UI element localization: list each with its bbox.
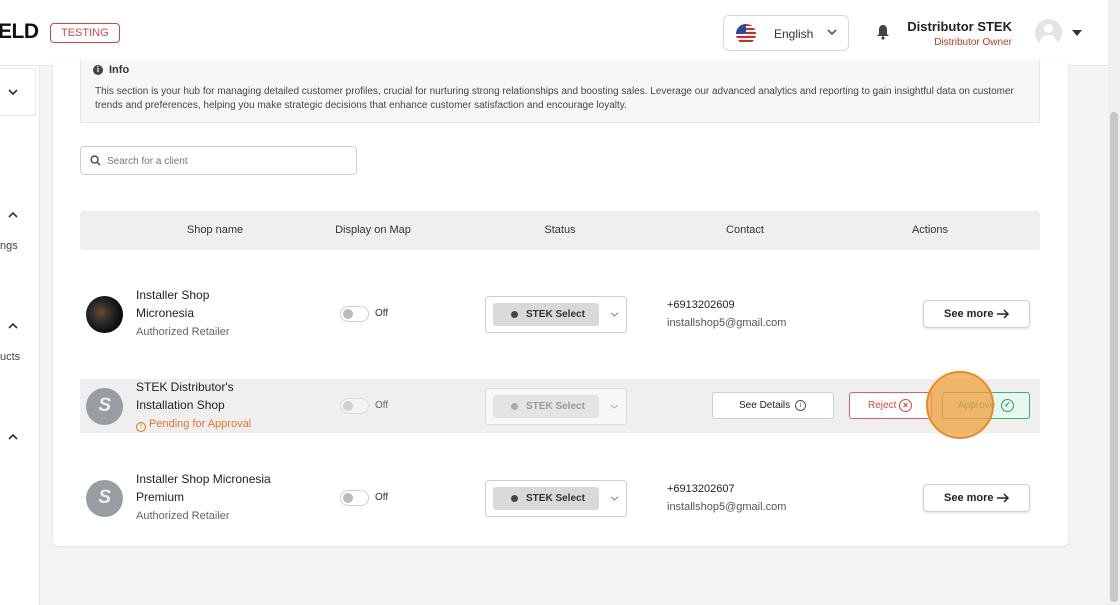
scrollbar-thumb[interactable] bbox=[1110, 112, 1118, 602]
sidebar-item-label[interactable]: ucts bbox=[0, 351, 20, 363]
pending-approval-status: ! Pending for Approval bbox=[136, 418, 251, 432]
chevron-down-icon bbox=[8, 89, 18, 96]
info-icon: i bbox=[93, 65, 103, 75]
shop-name[interactable]: Installer Shop Micronesia bbox=[136, 287, 266, 322]
status-label: STEK Select bbox=[526, 401, 585, 412]
close-circle-icon: × bbox=[899, 399, 912, 412]
search-icon bbox=[90, 155, 101, 166]
chevron-down-icon bbox=[610, 496, 619, 501]
see-more-label: See more bbox=[944, 308, 994, 320]
status-dot-icon bbox=[511, 311, 518, 318]
user-role: Distributor Owner bbox=[934, 37, 1012, 48]
sidebar: ngs ucts bbox=[0, 66, 40, 605]
column-header-contact[interactable]: Contact bbox=[695, 224, 795, 236]
sidebar-dropdown[interactable] bbox=[0, 68, 36, 116]
display-on-map-toggle[interactable] bbox=[340, 398, 369, 414]
chevron-down-icon bbox=[610, 312, 619, 317]
status-dot-icon bbox=[511, 403, 518, 410]
see-more-button[interactable]: See more bbox=[923, 300, 1030, 328]
status-select[interactable]: STEK Select bbox=[485, 388, 627, 425]
client-search[interactable] bbox=[80, 146, 357, 175]
shop-name[interactable]: Installer Shop Micronesia Premium bbox=[136, 471, 276, 506]
chevron-down-icon bbox=[610, 404, 619, 409]
user-name[interactable]: Distributor STEK bbox=[907, 19, 1012, 34]
clock-icon: ! bbox=[136, 422, 146, 432]
contact-email: installshop5@gmail.com bbox=[667, 317, 787, 329]
see-details-label: See Details bbox=[739, 400, 791, 411]
chevron-up-icon[interactable] bbox=[7, 209, 19, 221]
check-circle-icon: ✓ bbox=[1001, 399, 1014, 412]
shop-name[interactable]: STEK Distributor's Installation Shop bbox=[136, 379, 276, 414]
table-row-pending: STEK Distributor's Installation Shop !Pe… bbox=[80, 379, 1040, 433]
top-header: ELD TESTING English Distributor STEK Dis… bbox=[0, 0, 1108, 66]
reject-label: Reject bbox=[868, 400, 897, 411]
sidebar-item-label[interactable]: ngs bbox=[0, 240, 18, 252]
info-icon: i bbox=[795, 400, 806, 411]
table-row: Installer Shop Micronesia Premium Author… bbox=[80, 471, 1040, 525]
approve-button[interactable]: Approve ✓ bbox=[942, 392, 1030, 419]
see-more-label: See more bbox=[944, 492, 994, 504]
environment-badge: TESTING bbox=[50, 23, 120, 43]
brand-logo[interactable]: ELD bbox=[0, 20, 39, 44]
see-details-button[interactable]: See Details i bbox=[712, 392, 834, 419]
contact-phone: +6913202609 bbox=[667, 299, 735, 311]
column-header-display-on-map[interactable]: Display on Map bbox=[318, 224, 428, 236]
us-flag-icon bbox=[736, 24, 756, 44]
status-select[interactable]: STEK Select bbox=[485, 296, 627, 333]
chevron-down-icon bbox=[827, 29, 837, 36]
status-label: STEK Select bbox=[526, 309, 585, 320]
shop-type: Authorized Retailer bbox=[136, 326, 230, 338]
language-selector[interactable]: English bbox=[723, 15, 849, 51]
approve-label: Approve bbox=[958, 400, 996, 411]
status-dot-icon bbox=[511, 495, 518, 502]
arrow-right-icon bbox=[997, 493, 1010, 503]
clients-card: i Info This section is your hub for mana… bbox=[53, 60, 1068, 546]
contact-phone: +6913202607 bbox=[667, 483, 735, 495]
user-avatar[interactable] bbox=[1035, 19, 1062, 46]
toggle-label: Off bbox=[375, 492, 389, 503]
chevron-up-icon[interactable] bbox=[7, 320, 19, 332]
status-chip: STEK Select bbox=[493, 395, 599, 418]
language-label: English bbox=[774, 27, 814, 41]
chevron-up-icon[interactable] bbox=[7, 431, 19, 443]
reject-button[interactable]: Reject × bbox=[849, 392, 932, 419]
status-label: STEK Select bbox=[526, 493, 585, 504]
arrow-right-icon bbox=[997, 309, 1010, 319]
column-header-actions[interactable]: Actions bbox=[880, 224, 980, 236]
pending-label: Pending for Approval bbox=[149, 418, 252, 430]
shop-avatar bbox=[86, 480, 123, 517]
table-header: Shop name Display on Map Status Contact … bbox=[80, 211, 1040, 250]
status-select[interactable]: STEK Select bbox=[485, 480, 627, 517]
shop-type: Authorized Retailer bbox=[136, 510, 230, 522]
column-header-status[interactable]: Status bbox=[510, 224, 610, 236]
search-input[interactable] bbox=[107, 152, 347, 170]
shop-avatar bbox=[86, 388, 123, 425]
info-description: This section is your hub for managing de… bbox=[95, 86, 1014, 111]
status-chip: STEK Select bbox=[493, 487, 599, 510]
toggle-label: Off bbox=[375, 308, 389, 319]
info-heading: i Info bbox=[93, 64, 130, 76]
shop-avatar bbox=[86, 296, 123, 333]
display-on-map-toggle[interactable] bbox=[340, 490, 369, 506]
info-panel: i Info This section is your hub for mana… bbox=[80, 60, 1040, 123]
column-header-shop-name[interactable]: Shop name bbox=[155, 224, 275, 236]
table-row: Installer Shop Micronesia Authorized Ret… bbox=[80, 287, 1040, 341]
notification-bell-icon[interactable] bbox=[876, 24, 890, 40]
status-chip: STEK Select bbox=[493, 303, 599, 326]
display-on-map-toggle[interactable] bbox=[340, 306, 369, 322]
contact-email: installshop5@gmail.com bbox=[667, 501, 787, 513]
see-more-button[interactable]: See more bbox=[923, 484, 1030, 512]
toggle-label: Off bbox=[375, 400, 389, 411]
caret-down-icon[interactable] bbox=[1072, 30, 1082, 36]
info-title: Info bbox=[109, 64, 130, 76]
